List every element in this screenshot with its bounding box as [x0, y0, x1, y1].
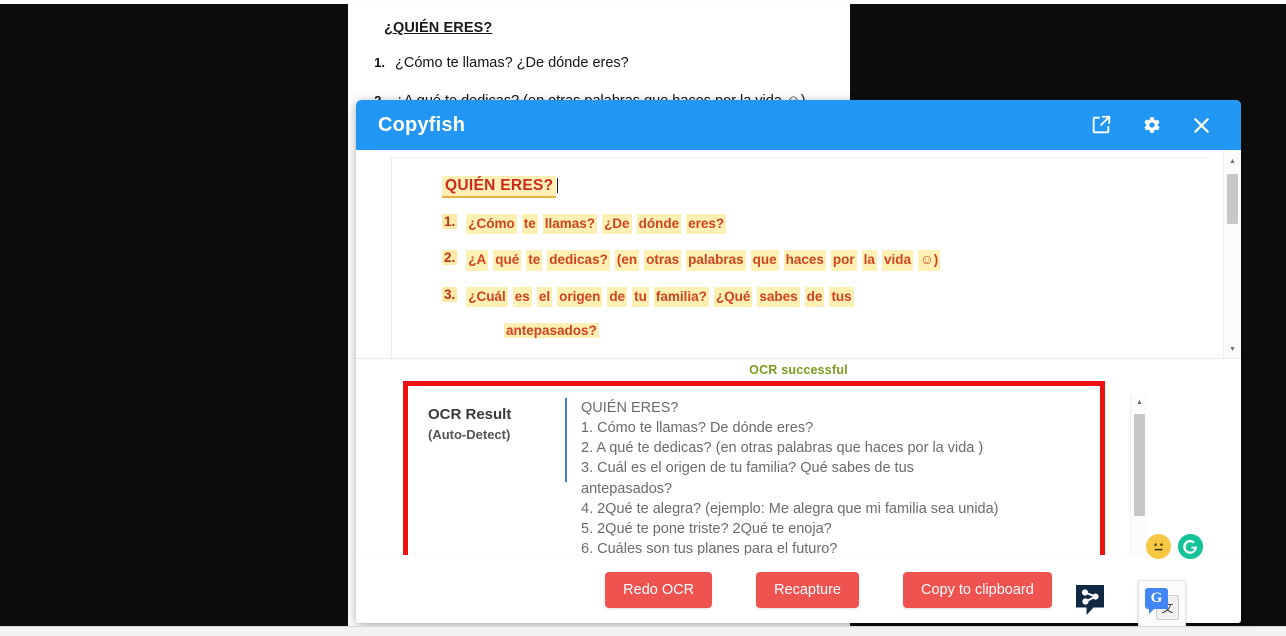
external-link-icon[interactable] [1089, 113, 1113, 137]
ocr-word: ¿A [466, 250, 489, 271]
ocr-word: la [861, 250, 877, 271]
popup-footer: Redo OCR Recapture Copy to clipboard [356, 555, 1241, 623]
document-item-number: 1. [374, 55, 385, 70]
scroll-down-arrow[interactable]: ▼ [1224, 341, 1241, 358]
ocr-word: vida [881, 250, 913, 271]
ocr-word: que [750, 250, 779, 271]
preview-scrollbar-thumb[interactable] [1227, 174, 1238, 224]
document-list-item: 1. ¿Cómo te llamas? ¿De dónde eres? [372, 54, 834, 74]
ocr-result-section: OCR Result (Auto-Detect) QUIÉN ERES? 1. … [356, 381, 1241, 581]
preview-line-words: ¿A qué te dedicas? (en otras palabras qu… [466, 250, 941, 271]
ocr-word: ¿Cómo [466, 214, 517, 235]
image-preview-area: QUIÉN ERES? 1. ¿Cómo te llamas? ¿De dónd… [356, 153, 1241, 359]
ocr-word: llamas? [542, 214, 598, 235]
vertical-divider [565, 398, 567, 482]
ocr-word: qué [493, 250, 522, 271]
share-node-icon[interactable] [1073, 582, 1107, 618]
ocr-word: el [536, 286, 553, 307]
scroll-up-arrow[interactable]: ▲ [1224, 153, 1241, 170]
ocr-result-scrollbar-thumb[interactable] [1134, 414, 1145, 516]
ocr-word: ¿Cuál [466, 286, 508, 307]
ocr-word: otras [644, 250, 682, 271]
preview-line-number: 3. [442, 286, 458, 302]
ocr-word: eres? [686, 214, 727, 235]
ocr-word: de [607, 286, 628, 307]
preview-continuation: antepasados? [504, 321, 1209, 341]
emoji-icon[interactable] [1146, 534, 1171, 559]
ocr-word: palabras [686, 250, 746, 271]
black-left-region [0, 4, 348, 626]
ocr-result-label: OCR Result (Auto-Detect) [428, 396, 563, 572]
preview-line: 3. ¿Cuál es el origen de tu familia? ¿Qu… [442, 286, 1209, 307]
scroll-up-arrow[interactable]: ▲ [1131, 394, 1148, 411]
ocr-word: haces [783, 250, 826, 271]
preview-line-number: 1. [442, 214, 458, 229]
page-root: ¿QUIÉN ERES? 1. ¿Cómo te llamas? ¿De dón… [0, 0, 1286, 636]
image-preview-canvas: QUIÉN ERES? 1. ¿Cómo te llamas? ¿De dónd… [391, 157, 1209, 358]
ocr-word: (en [614, 250, 640, 271]
ocr-word: dónde [636, 214, 682, 235]
ocr-word: ¿Qué [713, 286, 753, 307]
document-title: ¿QUIÉN ERES? [384, 20, 493, 36]
preview-line-words: ¿Cuál es el origen de tu familia? ¿Qué s… [466, 286, 854, 307]
status-text: OCR successful [749, 363, 848, 377]
preview-line: 1. ¿Cómo te llamas? ¿De dónde eres? [442, 214, 1209, 235]
ocr-word: por [830, 250, 857, 271]
ocr-result-highlight-box: OCR Result (Auto-Detect) QUIÉN ERES? 1. … [403, 381, 1147, 577]
preview-line-number: 2. [442, 250, 458, 266]
popup-title: Copyfish [378, 113, 466, 136]
preview-title: QUIÉN ERES? [442, 176, 557, 198]
ocr-word: ☺) [917, 250, 941, 271]
google-translate-icon[interactable]: 文 G [1138, 580, 1186, 628]
ocr-word: antepasados? [504, 322, 599, 338]
ocr-word: te [521, 214, 538, 235]
ocr-word: tu [632, 286, 649, 307]
ocr-word: ¿De [602, 214, 632, 235]
ocr-word: origen [557, 286, 603, 307]
grammarly-icon[interactable] [1178, 534, 1203, 559]
ocr-word: dedicas? [547, 250, 610, 271]
preview-line: 2. ¿A qué te dedicas? (en otras palabras… [442, 250, 1209, 271]
ocr-result-language-mode: (Auto-Detect) [428, 427, 511, 442]
copyfish-popup: Copyfish QUIÉN ERES? 1. ¿Cómo te llamas?… [356, 100, 1241, 623]
ocr-word: familia? [653, 286, 709, 307]
popup-header: Copyfish [356, 100, 1241, 150]
recapture-button[interactable]: Recapture [756, 571, 859, 608]
copy-to-clipboard-button[interactable]: Copy to clipboard [902, 571, 1052, 608]
ocr-word: tus [829, 286, 854, 307]
ocr-word: te [526, 250, 543, 271]
preview-line-words: ¿Cómo te llamas? ¿De dónde eres? [466, 214, 727, 235]
ocr-result-label-title: OCR Result [428, 406, 512, 423]
ocr-word: sabes [757, 286, 800, 307]
ocr-result-scrollbar[interactable]: ▲ [1130, 394, 1147, 574]
redo-ocr-button[interactable]: Redo OCR [605, 571, 713, 608]
ocr-result-textarea[interactable]: QUIÉN ERES? 1. Cómo te llamas? De dónde … [581, 396, 1100, 572]
preview-scrollbar[interactable]: ▲ ▼ [1223, 153, 1241, 358]
text-caret [557, 178, 559, 193]
ocr-word: de [804, 286, 825, 307]
translate-source-bubble: G [1145, 588, 1168, 614]
status-row: OCR successful [356, 359, 1241, 381]
ocr-word: es [512, 286, 532, 307]
close-icon[interactable] [1189, 113, 1213, 137]
document-item-text: ¿Cómo te llamas? ¿De dónde eres? [395, 55, 629, 71]
ocr-overlay-image: QUIÉN ERES? 1. ¿Cómo te llamas? ¿De dónd… [392, 158, 1209, 341]
gear-icon[interactable] [1139, 113, 1163, 137]
header-icon-group [1089, 113, 1223, 137]
